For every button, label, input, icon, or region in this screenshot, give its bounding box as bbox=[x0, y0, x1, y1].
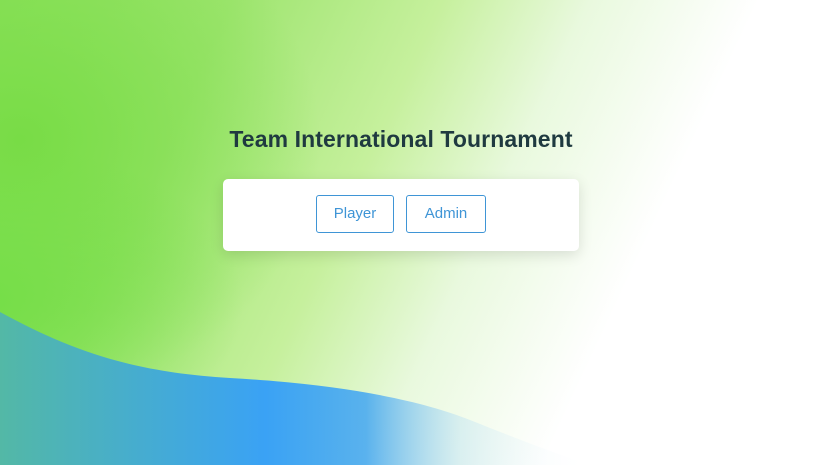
admin-button[interactable]: Admin bbox=[406, 195, 486, 233]
login-card: Player Admin bbox=[223, 179, 579, 251]
page-title: Team International Tournament bbox=[229, 126, 573, 152]
player-button[interactable]: Player bbox=[316, 195, 394, 233]
